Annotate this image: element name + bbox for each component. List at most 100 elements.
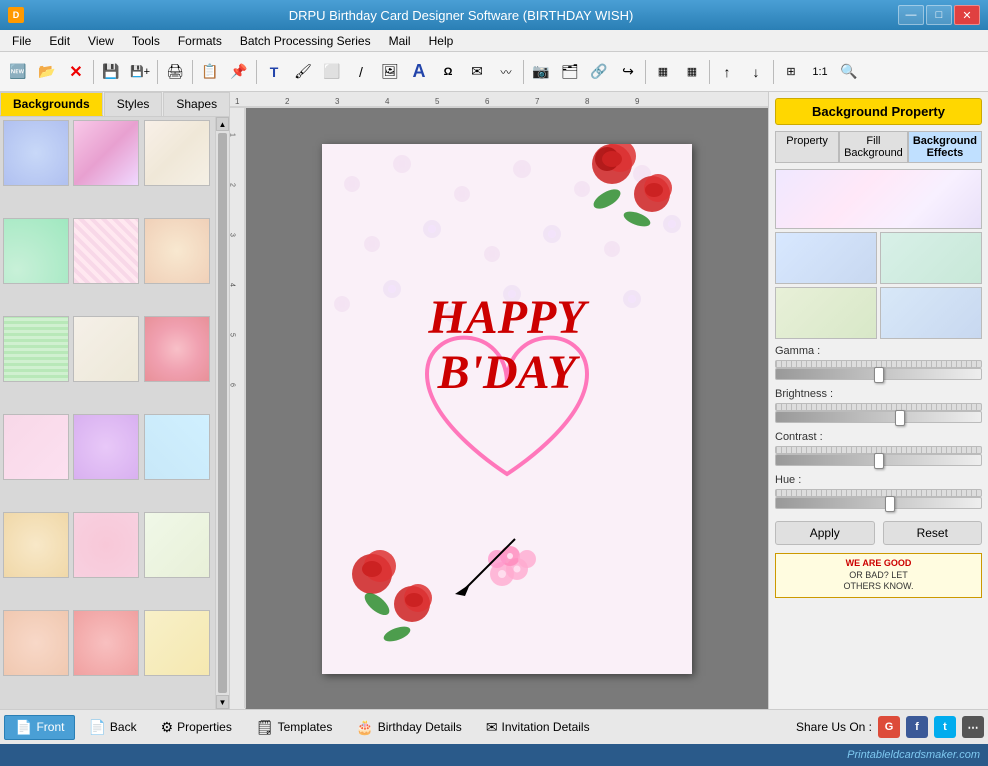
thumbnail-18[interactable] bbox=[144, 610, 210, 676]
gamma-slider[interactable] bbox=[775, 368, 982, 380]
thumbnail-11[interactable] bbox=[73, 414, 139, 480]
bg-effect-2[interactable] bbox=[880, 232, 982, 284]
separator4 bbox=[256, 60, 257, 84]
envelope-button[interactable]: ✉ bbox=[463, 58, 491, 86]
tab-backgrounds[interactable]: Backgrounds bbox=[0, 92, 103, 116]
thumbnail-15[interactable] bbox=[144, 512, 210, 578]
arrow-up-button[interactable]: ↑ bbox=[713, 58, 741, 86]
thumbnail-3[interactable] bbox=[144, 120, 210, 186]
thumbnail-16[interactable] bbox=[3, 610, 69, 676]
google-share-button[interactable]: G bbox=[878, 716, 900, 738]
thumbnail-scrollbar[interactable]: ▲ ▼ bbox=[215, 117, 229, 709]
prop-tab-property[interactable]: Property bbox=[775, 131, 839, 162]
scroll-down-arrow[interactable]: ▼ bbox=[216, 695, 229, 709]
hue-slider[interactable] bbox=[775, 497, 982, 509]
status-text: Printableldcardsmaker.com bbox=[847, 749, 980, 761]
menu-help[interactable]: Help bbox=[421, 32, 462, 50]
grid-button[interactable]: ⊞ bbox=[777, 58, 805, 86]
bg-effect-3[interactable] bbox=[775, 287, 877, 339]
prop-tab-fill[interactable]: Fill Background bbox=[839, 131, 908, 162]
window-controls: — □ ✕ bbox=[898, 5, 980, 25]
apply-button[interactable]: Apply bbox=[775, 521, 875, 545]
text2-button[interactable]: A bbox=[405, 58, 433, 86]
gallery-button[interactable]: 🗂 bbox=[556, 58, 584, 86]
share2-button[interactable]: ↪ bbox=[614, 58, 642, 86]
zoom-button[interactable]: 🔍 bbox=[835, 58, 863, 86]
paint-button[interactable]: 🖌 bbox=[289, 58, 317, 86]
tab-styles[interactable]: Styles bbox=[104, 92, 163, 116]
thumbnail-14[interactable] bbox=[73, 512, 139, 578]
twitter-share-button[interactable]: t bbox=[934, 716, 956, 738]
menu-file[interactable]: File bbox=[4, 32, 39, 50]
shape-button[interactable]: ⬜ bbox=[318, 58, 346, 86]
thumbnail-8[interactable] bbox=[73, 316, 139, 382]
reset-button[interactable]: Reset bbox=[883, 521, 983, 545]
hue-thumb[interactable] bbox=[885, 496, 895, 512]
bg-effect-wide[interactable] bbox=[775, 169, 982, 229]
thumbnail-5[interactable] bbox=[73, 218, 139, 284]
menu-bar: File Edit View Tools Formats Batch Proce… bbox=[0, 30, 988, 52]
thumbnail-9[interactable] bbox=[144, 316, 210, 382]
bg-effect-1[interactable] bbox=[775, 232, 877, 284]
save-button[interactable]: 💾 bbox=[97, 58, 125, 86]
link-button[interactable]: 🔗 bbox=[585, 58, 613, 86]
menu-mail[interactable]: Mail bbox=[381, 32, 419, 50]
thumbnail-7[interactable] bbox=[3, 316, 69, 382]
close-doc-button[interactable]: ✕ bbox=[62, 58, 90, 86]
brightness-thumb[interactable] bbox=[895, 410, 905, 426]
bg-effect-4[interactable] bbox=[880, 287, 982, 339]
thumbnail-13[interactable] bbox=[3, 512, 69, 578]
contrast-slider-section: Contrast : bbox=[775, 431, 982, 466]
symbol-button[interactable]: Ω bbox=[434, 58, 462, 86]
close-button[interactable]: ✕ bbox=[954, 5, 980, 25]
menu-tools[interactable]: Tools bbox=[124, 32, 168, 50]
text-button[interactable]: T bbox=[260, 58, 288, 86]
menu-edit[interactable]: Edit bbox=[41, 32, 78, 50]
facebook-share-button[interactable]: f bbox=[906, 716, 928, 738]
apply-reset-row: Apply Reset bbox=[775, 521, 982, 545]
back-button[interactable]: 📄 Back bbox=[77, 715, 147, 740]
thumbnail-4[interactable] bbox=[3, 218, 69, 284]
thumbnail-10[interactable] bbox=[3, 414, 69, 480]
minimize-button[interactable]: — bbox=[898, 5, 924, 25]
gamma-thumb[interactable] bbox=[874, 367, 884, 383]
capture-button[interactable]: 📷 bbox=[527, 58, 555, 86]
more-share-button[interactable]: ⋯ bbox=[962, 716, 984, 738]
brightness-slider[interactable] bbox=[775, 411, 982, 423]
thumbnail-6[interactable] bbox=[144, 218, 210, 284]
layer-button[interactable]: ▦ bbox=[649, 58, 677, 86]
thumbnail-17[interactable] bbox=[73, 610, 139, 676]
scroll-thumb[interactable] bbox=[218, 133, 227, 693]
front-button[interactable]: 📄 Front bbox=[4, 715, 75, 740]
menu-formats[interactable]: Formats bbox=[170, 32, 230, 50]
maximize-button[interactable]: □ bbox=[926, 5, 952, 25]
arrow-down-button[interactable]: ↓ bbox=[742, 58, 770, 86]
paste-button[interactable]: 📌 bbox=[225, 58, 253, 86]
left-panel: Backgrounds Styles Shapes bbox=[0, 92, 230, 709]
menu-batch[interactable]: Batch Processing Series bbox=[232, 32, 379, 50]
size-button[interactable]: 1:1 bbox=[806, 58, 834, 86]
new-button[interactable]: 🆕 bbox=[4, 58, 32, 86]
prop-tab-effects[interactable]: Background Effects bbox=[908, 131, 982, 162]
save-as-button[interactable]: 💾+ bbox=[126, 58, 154, 86]
line-button[interactable]: / bbox=[347, 58, 375, 86]
birthday-details-button[interactable]: 🎂 Birthday Details bbox=[345, 715, 472, 740]
print-button[interactable]: 🖨 bbox=[161, 58, 189, 86]
menu-view[interactable]: View bbox=[80, 32, 122, 50]
contrast-slider[interactable] bbox=[775, 454, 982, 466]
thumbnail-2[interactable] bbox=[73, 120, 139, 186]
open-button[interactable]: 📂 bbox=[33, 58, 61, 86]
thumbnail-12[interactable] bbox=[144, 414, 210, 480]
invitation-details-label: Invitation Details bbox=[502, 720, 590, 734]
layer2-button[interactable]: ▦ bbox=[678, 58, 706, 86]
insert-image-button[interactable]: 🖼 bbox=[376, 58, 404, 86]
tab-shapes[interactable]: Shapes bbox=[163, 92, 230, 116]
templates-button[interactable]: 🗒 Templates bbox=[245, 715, 343, 740]
thumbnail-1[interactable] bbox=[3, 120, 69, 186]
properties-button[interactable]: ⚙ Properties bbox=[150, 715, 243, 740]
contrast-thumb[interactable] bbox=[874, 453, 884, 469]
copy-button[interactable]: 📋 bbox=[196, 58, 224, 86]
wave-button[interactable]: 〰 bbox=[492, 58, 520, 86]
scroll-up-arrow[interactable]: ▲ bbox=[216, 117, 229, 131]
invitation-details-button[interactable]: ✉ Invitation Details bbox=[475, 715, 601, 740]
